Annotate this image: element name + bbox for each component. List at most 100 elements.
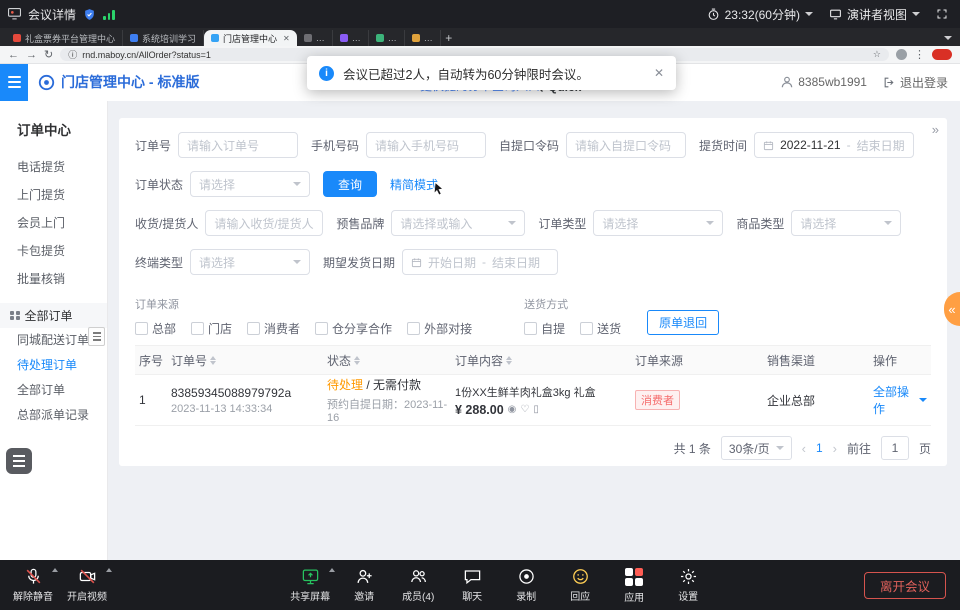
new-tab-button[interactable]: + <box>441 30 457 46</box>
expect-ship-date-range[interactable]: 开始日期 - 结束日期 <box>402 249 558 275</box>
pickup-date-range[interactable]: 2022-11-21 - 结束日期 <box>754 132 914 158</box>
checkbox-hq[interactable]: 总部 <box>135 320 176 337</box>
checkbox-icon[interactable] <box>135 322 148 335</box>
tab-search-icon[interactable] <box>944 30 952 46</box>
prev-page-icon[interactable]: ‹ <box>802 441 806 456</box>
tab-close-icon[interactable]: ✕ <box>283 34 290 43</box>
all-actions-dropdown[interactable]: 全部操作 <box>873 383 927 417</box>
start-video-button[interactable]: 开启视频 <box>60 567 114 603</box>
reload-icon[interactable]: ↻ <box>44 48 53 61</box>
checkbox-delivery[interactable]: 送货 <box>580 320 621 337</box>
sidebar-toggle-button[interactable] <box>0 63 28 101</box>
sort-icon[interactable] <box>210 356 216 365</box>
browser-tab[interactable]: … <box>297 30 333 46</box>
checkbox-warehouse-coop[interactable]: 仓分享合作 <box>315 320 392 337</box>
sidebar-item-member-visit[interactable]: 会员上门 <box>0 209 107 237</box>
chevron-up-icon[interactable] <box>329 568 335 572</box>
sidebar-sub-hq-dispatch[interactable]: 总部派单记录 <box>0 403 107 428</box>
chevron-up-icon[interactable] <box>106 568 112 572</box>
search-button[interactable]: 查询 <box>323 171 377 197</box>
toast-close-icon[interactable]: ✕ <box>654 66 664 80</box>
browser-tab[interactable]: 礼盒票券平台管理中心 <box>6 30 123 46</box>
order-no-input[interactable]: 请输入订单号 <box>178 132 298 158</box>
heart-icon[interactable]: ♡ <box>520 404 529 415</box>
sidebar-item-card-pickup[interactable]: 卡包提货 <box>0 237 107 265</box>
checkbox-external[interactable]: 外部对接 <box>407 320 472 337</box>
checkbox-icon[interactable] <box>580 322 593 335</box>
site-info-icon[interactable]: ⓘ <box>68 48 77 61</box>
bookmark-star-icon[interactable]: ☆ <box>873 49 881 60</box>
unmute-button[interactable]: 解除静音 <box>6 567 60 603</box>
terminal-type-select[interactable]: 请选择 <box>190 249 310 275</box>
goods-type-select[interactable]: 请选择 <box>791 210 901 236</box>
checkbox-icon[interactable] <box>191 322 204 335</box>
browser-profile-avatar[interactable] <box>896 49 907 60</box>
simple-mode-link[interactable]: 精简模式 <box>390 176 438 193</box>
chat-button[interactable]: 聊天 <box>445 567 499 604</box>
collapse-filters-icon[interactable]: » <box>932 122 937 137</box>
user-account[interactable]: 8385wb1991 <box>780 75 867 89</box>
status-badge: 待处理 <box>327 378 363 392</box>
sidebar-group-all-orders[interactable]: 全部订单 <box>0 303 107 328</box>
browser-tab-active[interactable]: 门店管理中心✕ <box>204 30 297 46</box>
phone-icon[interactable]: ▯ <box>533 404 539 415</box>
order-type-select[interactable]: 请选择 <box>593 210 723 236</box>
browser-menu-icon[interactable]: ⋮ <box>914 48 925 61</box>
checkbox-icon[interactable] <box>315 322 328 335</box>
browser-tab[interactable]: … <box>405 30 441 46</box>
presale-brand-select[interactable]: 请选择或输入 <box>391 210 525 236</box>
checkbox-icon[interactable] <box>247 322 260 335</box>
chevron-up-icon[interactable] <box>52 568 58 572</box>
record-button[interactable]: 录制 <box>499 567 553 604</box>
tab-favicon <box>340 34 348 42</box>
checkbox-store[interactable]: 门店 <box>191 320 232 337</box>
sidebar-sub-pending-orders[interactable]: 待处理订单 <box>0 353 107 378</box>
forward-icon[interactable]: → <box>26 49 37 61</box>
floating-list-button[interactable] <box>6 448 32 474</box>
col-status: 状态 <box>327 352 351 369</box>
order-status-select[interactable]: 请选择 <box>190 171 310 197</box>
total-count: 共 1 条 <box>674 440 711 457</box>
order-number: 83859345088979792a <box>171 386 327 400</box>
invite-button[interactable]: 邀请 <box>337 567 391 604</box>
browser-tab[interactable]: 系统培训学习 <box>123 30 204 46</box>
goto-page-input[interactable]: 1 <box>881 436 909 460</box>
goods-type-label: 商品类型 <box>736 215 784 232</box>
page-size-select[interactable]: 30条/页 <box>721 436 792 460</box>
drag-handle[interactable] <box>88 327 105 346</box>
back-icon[interactable]: ← <box>8 49 19 61</box>
return-order-button[interactable]: 原单退回 <box>647 310 719 335</box>
leave-meeting-button[interactable]: 离开会议 <box>864 572 946 599</box>
checkbox-self-pickup[interactable]: 自提 <box>524 320 565 337</box>
meeting-detail-label[interactable]: 会议详情 <box>28 6 76 23</box>
sidebar-sub-all-orders[interactable]: 全部订单 <box>0 378 107 403</box>
checkbox-icon[interactable] <box>407 322 420 335</box>
share-screen-button[interactable]: 共享屏幕 <box>283 567 337 604</box>
security-shield-icon[interactable] <box>83 8 96 21</box>
phone-input[interactable]: 请输入手机号码 <box>366 132 486 158</box>
browser-tab[interactable]: … <box>333 30 369 46</box>
view-mode-switcher[interactable]: 演讲者视图 <box>829 6 920 23</box>
receiver-label: 收货/提货人 <box>135 215 198 232</box>
sidebar-item-batch-verify[interactable]: 批量核销 <box>0 265 107 293</box>
meeting-timer[interactable]: 23:32(60分钟) <box>707 6 813 23</box>
current-page[interactable]: 1 <box>816 441 823 455</box>
apps-button[interactable]: 应用 <box>607 567 661 604</box>
next-page-icon[interactable]: › <box>833 441 837 456</box>
checkbox-consumer[interactable]: 消费者 <box>247 320 300 337</box>
receiver-input[interactable]: 请输入收货/提货人 <box>205 210 323 236</box>
checkbox-icon[interactable] <box>524 322 537 335</box>
logout-button[interactable]: 退出登录 <box>883 74 948 91</box>
sidebar-item-door-pickup[interactable]: 上门提货 <box>0 181 107 209</box>
sort-icon[interactable] <box>354 356 360 365</box>
sidebar-item-phone-pickup[interactable]: 电话提货 <box>0 153 107 181</box>
reactions-button[interactable]: 回应 <box>553 567 607 604</box>
settings-button[interactable]: 设置 <box>661 567 715 604</box>
fullscreen-icon[interactable] <box>936 8 948 20</box>
browser-update-badge[interactable] <box>932 49 952 60</box>
browser-tab[interactable]: … <box>369 30 405 46</box>
target-icon[interactable]: ◉ <box>508 404 517 415</box>
members-button[interactable]: 成员(4) <box>391 567 445 604</box>
pickup-code-input[interactable]: 请输入自提口令码 <box>566 132 686 158</box>
sort-icon[interactable] <box>506 356 512 365</box>
